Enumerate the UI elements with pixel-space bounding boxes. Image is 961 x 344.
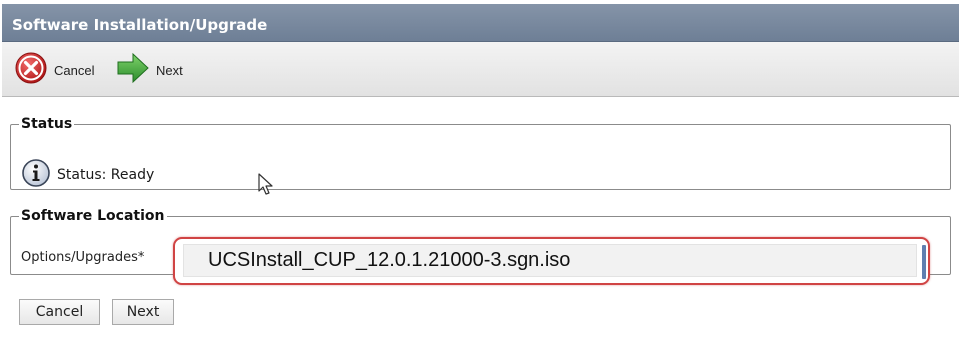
- toolbar: Cancel Next: [2, 42, 959, 97]
- next-button[interactable]: Next: [112, 299, 174, 325]
- cancel-x-icon: [14, 51, 48, 89]
- options-upgrades-highlight: UCSInstall_CUP_12.0.1.21000-3.sgn.iso: [173, 237, 930, 285]
- options-upgrades-label: Options/Upgrades*: [21, 250, 145, 265]
- toolbar-next-label: Next: [156, 62, 183, 78]
- status-legend: Status: [21, 116, 73, 132]
- status-section: Status Status: Ready: [10, 116, 951, 190]
- status-line: Status: Ready: [21, 158, 154, 192]
- toolbar-cancel-button[interactable]: Cancel: [14, 52, 94, 88]
- select-edge-marker: [922, 245, 926, 279]
- toolbar-cancel-label: Cancel: [54, 62, 95, 78]
- software-installation-page: Software Installation/Upgrade Cancel Nex…: [0, 0, 961, 344]
- page-title: Software Installation/Upgrade: [12, 16, 268, 34]
- cancel-button[interactable]: Cancel: [19, 299, 100, 325]
- green-right-arrow-icon: [116, 51, 150, 89]
- toolbar-next-button[interactable]: Next: [116, 52, 183, 88]
- options-upgrades-select[interactable]: UCSInstall_CUP_12.0.1.21000-3.sgn.iso: [183, 244, 917, 277]
- status-text: Status: Ready: [57, 167, 155, 183]
- selected-upgrade-value: UCSInstall_CUP_12.0.1.21000-3.sgn.iso: [208, 249, 571, 271]
- info-icon: [21, 158, 51, 192]
- mouse-pointer-icon: [257, 172, 277, 202]
- title-bar: Software Installation/Upgrade: [2, 4, 959, 42]
- software-location-legend: Software Location: [21, 208, 165, 224]
